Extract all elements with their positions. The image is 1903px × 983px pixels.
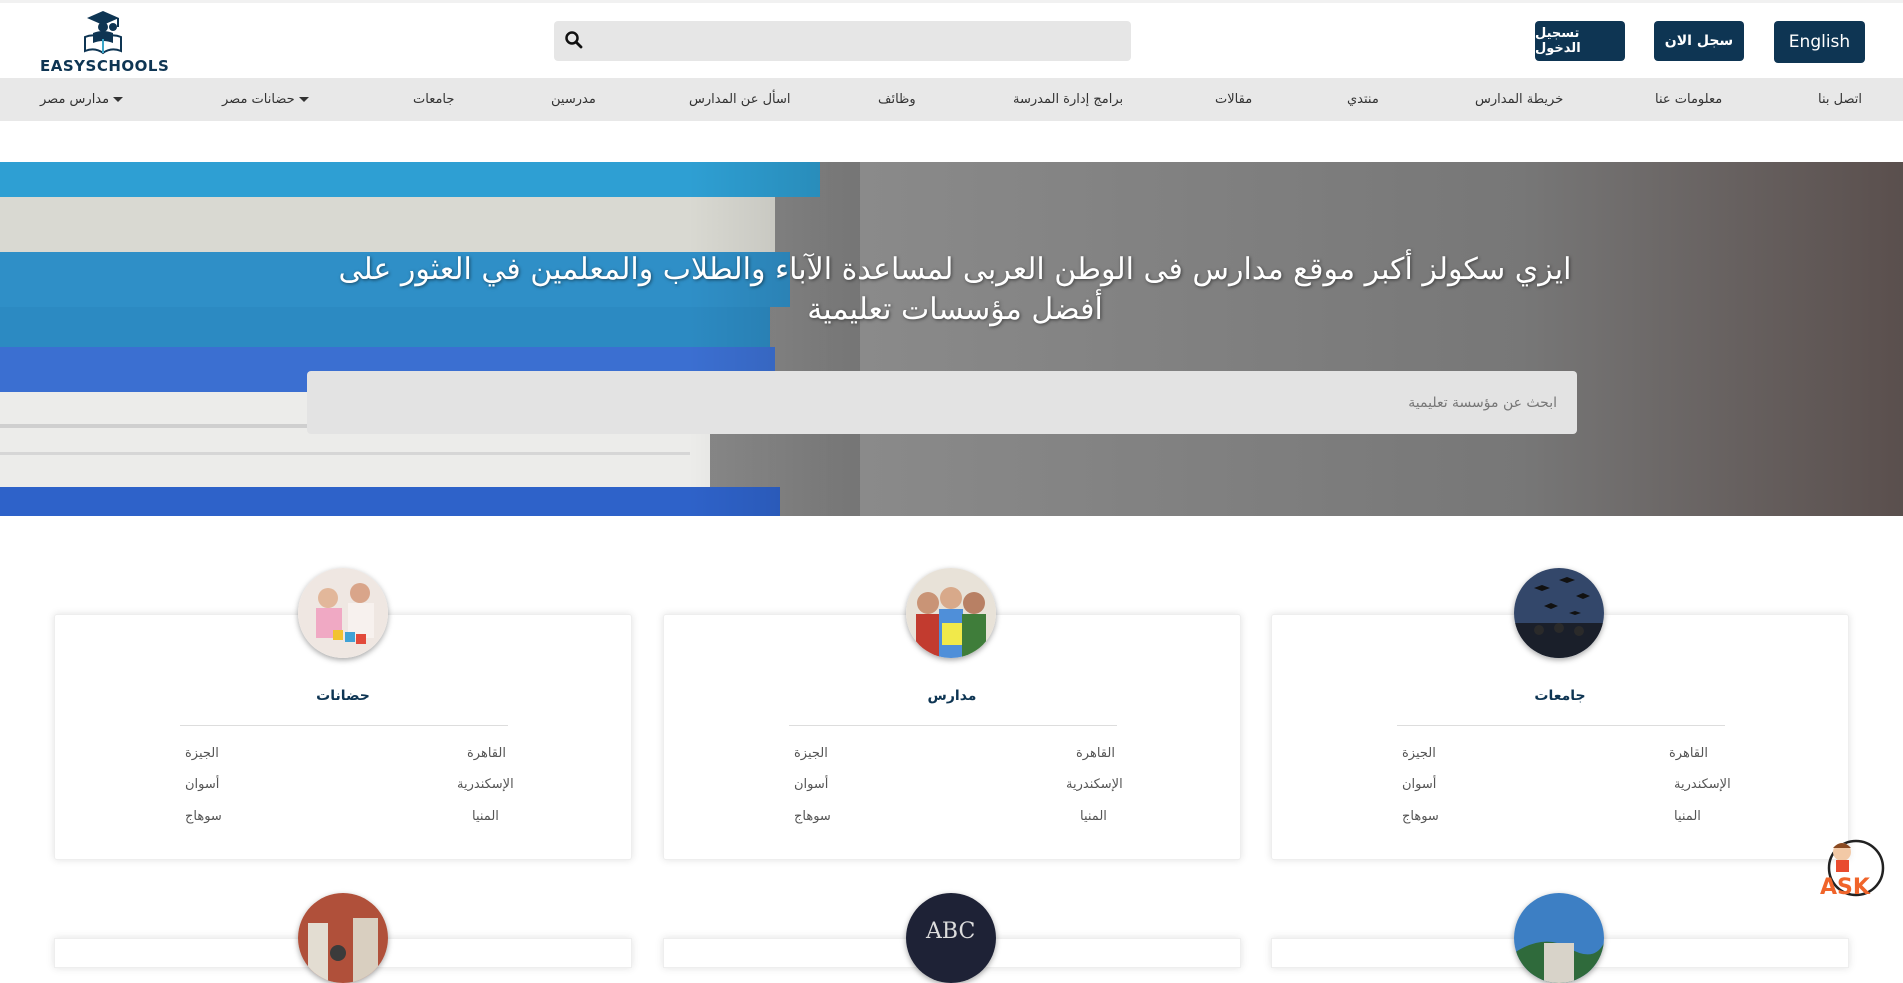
card-divider (789, 725, 1117, 726)
nav-egypt-schools-label: مدارس مصر (40, 92, 110, 107)
top-search-bar[interactable] (554, 21, 1131, 61)
caret-down-icon (113, 97, 124, 102)
nurseries-avatar-image[interactable] (298, 568, 388, 658)
city-link-aswan[interactable]: أسوان (794, 777, 828, 792)
hero-banner: ايزي سكولز أكبر موقع مدارس فى الوطن العر… (0, 162, 1903, 516)
nav-egypt-nurseries-dropdown[interactable]: حضانات مصر (222, 78, 313, 121)
nav-school-management[interactable]: برامج إدارة المدرسة (1013, 78, 1123, 121)
chalkboard-image: ABC (906, 893, 996, 983)
hero-title: ايزي سكولز أكبر موقع مدارس فى الوطن العر… (338, 252, 1572, 327)
nav-contact-us[interactable]: اتصل بنا (1818, 78, 1862, 121)
institution-search-input[interactable] (307, 371, 1577, 434)
chalkboard-text: ABC (925, 919, 975, 944)
city-link-alexandria[interactable]: الإسكندرية (457, 777, 514, 792)
row2-middle-avatar-image[interactable]: ABC (906, 893, 996, 983)
logo-text: EASYSCHOOLS (40, 57, 170, 75)
city-link-cairo[interactable]: القاهرة (1076, 746, 1115, 761)
city-link-aswan[interactable]: أسوان (1402, 777, 1436, 792)
city-link-aswan[interactable]: أسوان (185, 777, 219, 792)
city-link-alexandria[interactable]: الإسكندرية (1674, 777, 1731, 792)
city-link-minya[interactable]: المنيا (1080, 809, 1107, 824)
row2-right-avatar-image[interactable] (1514, 893, 1604, 983)
city-link-giza[interactable]: الجيزة (1402, 746, 1436, 761)
nav-about-us[interactable]: معلومات عنا (1655, 78, 1722, 121)
main-nav: اتصل بنا معلومات عنا خريطة المدارس منتدي… (0, 78, 1903, 121)
nav-jobs[interactable]: وظائف (878, 78, 916, 121)
top-search-input[interactable] (594, 21, 1124, 61)
site-logo[interactable]: EASYSCHOOLS (40, 7, 170, 77)
city-link-giza[interactable]: الجيزة (794, 746, 828, 761)
english-language-button[interactable]: English (1774, 21, 1865, 63)
nav-schools-map[interactable]: خريطة المدارس (1475, 78, 1563, 121)
card-title[interactable]: حضانات (55, 688, 631, 704)
city-link-sohag[interactable]: سوهاج (185, 809, 222, 824)
nav-universities[interactable]: جامعات (413, 78, 454, 121)
graduation-caps-image (1514, 568, 1604, 658)
city-link-minya[interactable]: المنيا (1674, 809, 1701, 824)
city-link-giza[interactable]: الجيزة (185, 746, 219, 761)
card-divider (1397, 725, 1725, 726)
caret-down-icon (298, 97, 309, 102)
row2-left-avatar-image[interactable] (298, 893, 388, 983)
city-link-alexandria[interactable]: الإسكندرية (1066, 777, 1123, 792)
books-background-image (0, 162, 860, 516)
city-link-sohag[interactable]: سوهاج (794, 809, 831, 824)
universities-avatar-image[interactable] (1514, 568, 1604, 658)
card-title[interactable]: جامعات (1272, 688, 1848, 704)
nav-ask-schools[interactable]: اسأل عن المدارس (689, 78, 791, 121)
ask-chat-widget[interactable]: ASK (1816, 836, 1886, 906)
search-icon[interactable] (564, 30, 584, 50)
hero-search-bar[interactable] (307, 371, 1577, 434)
nav-teachers[interactable]: مدرسين (551, 78, 596, 121)
city-link-cairo[interactable]: القاهرة (1669, 746, 1708, 761)
kids-playing-image (298, 568, 388, 658)
site-header: EASYSCHOOLS تسجيل الدخول سجل الان Englis… (0, 3, 1903, 78)
register-button[interactable]: سجل الان (1654, 21, 1744, 61)
nav-forum[interactable]: منتدي (1347, 78, 1379, 121)
campus-image (298, 893, 388, 983)
nav-articles[interactable]: مقالات (1215, 78, 1252, 121)
login-button[interactable]: تسجيل الدخول (1535, 21, 1625, 61)
schools-avatar-image[interactable] (906, 568, 996, 658)
nav-egypt-schools-dropdown[interactable]: مدارس مصر (40, 78, 127, 121)
city-link-cairo[interactable]: القاهرة (467, 746, 506, 761)
city-link-minya[interactable]: المنيا (472, 809, 499, 824)
card-title[interactable]: مدارس (664, 688, 1240, 704)
card-divider (180, 725, 508, 726)
building-sky-image (1514, 893, 1604, 983)
graduation-logo-icon (83, 11, 122, 55)
ask-mascot-icon: ASK (1820, 839, 1885, 900)
ask-label: ASK (1820, 875, 1871, 900)
city-link-sohag[interactable]: سوهاج (1402, 809, 1439, 824)
students-image (906, 568, 996, 658)
nav-egypt-nurseries-label: حضانات مصر (222, 92, 295, 107)
